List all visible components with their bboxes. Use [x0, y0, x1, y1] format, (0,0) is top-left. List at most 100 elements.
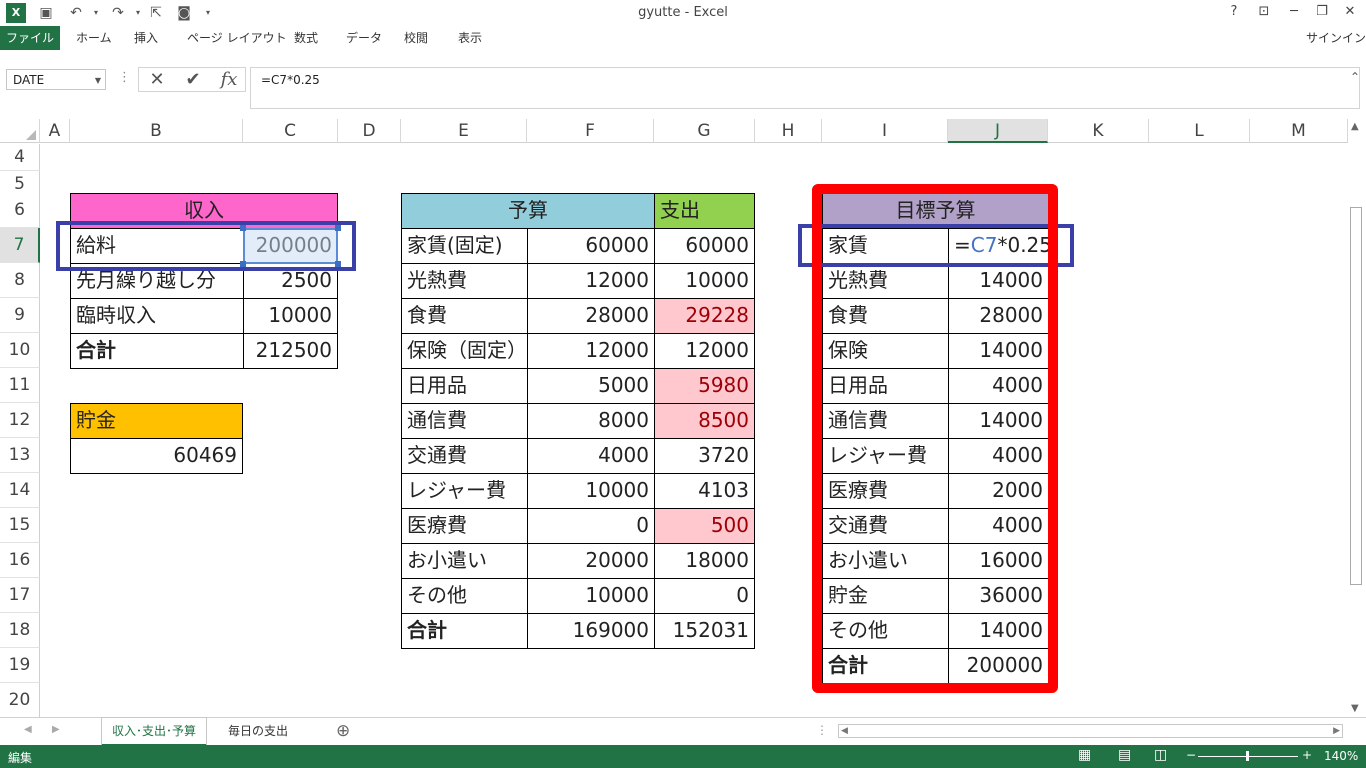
column-header-f[interactable]: F	[527, 119, 654, 143]
tab-data[interactable]: データ	[336, 26, 392, 50]
sheet-tab-daily-spending[interactable]: 毎日の支出	[218, 718, 298, 744]
column-header-d[interactable]: D	[338, 119, 401, 143]
budget-value[interactable]: 0	[527, 508, 655, 544]
name-box[interactable]: DATE ▼	[6, 69, 106, 90]
budget-label[interactable]: 医療費	[401, 508, 528, 544]
help-button[interactable]: ?	[1222, 2, 1246, 22]
collapse-formula-bar-icon[interactable]: ⌃	[1350, 70, 1360, 84]
budget-label[interactable]: 保険（固定）	[401, 333, 528, 369]
budget-label[interactable]: 家賃(固定)	[401, 228, 528, 264]
spend-value[interactable]: 3720	[654, 438, 755, 474]
scroll-left-icon[interactable]: ◀	[841, 725, 848, 737]
column-header-c[interactable]: C	[243, 119, 338, 143]
cancel-button[interactable]: ✕	[141, 68, 173, 91]
budget-value[interactable]: 5000	[527, 368, 655, 404]
income-label-total[interactable]: 合計	[70, 333, 244, 369]
spend-value-over-budget[interactable]: 500	[654, 508, 755, 544]
tab-home[interactable]: ホーム	[66, 26, 122, 50]
row-header-7[interactable]: 7	[0, 228, 40, 263]
zoom-in-icon[interactable]: +	[1302, 748, 1312, 762]
row-header-13[interactable]: 13	[0, 438, 40, 473]
spend-value[interactable]: 18000	[654, 543, 755, 579]
formula-input[interactable]: =C7*0.25	[250, 67, 1360, 109]
tab-page-layout[interactable]: ページ レイアウト	[177, 26, 297, 50]
tab-file[interactable]: ファイル	[0, 26, 60, 50]
tab-formulas[interactable]: 数式	[284, 26, 328, 50]
column-header-l[interactable]: L	[1149, 119, 1250, 143]
add-sheet-button[interactable]: ⊕	[336, 721, 350, 741]
next-sheet-icon[interactable]: ▶	[52, 724, 60, 735]
column-header-m[interactable]: M	[1250, 119, 1348, 143]
spend-value[interactable]: 60000	[654, 228, 755, 264]
spend-value-over-budget[interactable]: 5980	[654, 368, 755, 404]
row-header-14[interactable]: 14	[0, 473, 40, 508]
row-header-9[interactable]: 9	[0, 298, 40, 333]
select-all-button[interactable]	[0, 119, 40, 143]
scroll-right-icon[interactable]: ▶	[1333, 725, 1340, 737]
minimize-button[interactable]: ─	[1282, 2, 1306, 22]
insert-function-button[interactable]: fx	[213, 68, 245, 91]
normal-view-icon[interactable]: ▦	[1078, 747, 1091, 763]
column-header-e[interactable]: E	[401, 119, 527, 143]
vertical-scrollbar[interactable]: ▲ ▼	[1348, 119, 1366, 717]
spend-value-over-budget[interactable]: 29228	[654, 298, 755, 334]
budget-value[interactable]: 28000	[527, 298, 655, 334]
column-header-h[interactable]: H	[755, 119, 822, 143]
tab-splitter-icon[interactable]: ⋮	[816, 723, 828, 737]
spend-value[interactable]: 12000	[654, 333, 755, 369]
row-header-12[interactable]: 12	[0, 403, 40, 438]
budget-label[interactable]: 日用品	[401, 368, 528, 404]
row-header-20[interactable]: 20	[0, 683, 40, 718]
zoom-out-icon[interactable]: −	[1186, 748, 1196, 762]
row-header-16[interactable]: 16	[0, 543, 40, 578]
page-layout-view-icon[interactable]: ▤	[1118, 747, 1131, 763]
spend-value[interactable]: 4103	[654, 473, 755, 509]
enter-button[interactable]: ✔	[177, 68, 209, 91]
spend-value-total[interactable]: 152031	[654, 613, 755, 649]
budget-label[interactable]: 光熱費	[401, 263, 528, 299]
restore-button[interactable]: ❐	[1310, 2, 1334, 22]
budget-value[interactable]: 12000	[527, 333, 655, 369]
column-header-j[interactable]: J	[948, 119, 1048, 143]
income-value-total[interactable]: 212500	[243, 333, 338, 369]
budget-label[interactable]: お小遣い	[401, 543, 528, 579]
scroll-down-icon[interactable]: ▼	[1351, 703, 1359, 714]
column-header-b[interactable]: B	[70, 119, 243, 143]
spend-value-over-budget[interactable]: 8500	[654, 403, 755, 439]
budget-value[interactable]: 10000	[527, 473, 655, 509]
row-header-17[interactable]: 17	[0, 578, 40, 613]
income-value-extra[interactable]: 10000	[243, 298, 338, 334]
budget-value-total[interactable]: 169000	[527, 613, 655, 649]
vertical-scroll-thumb[interactable]	[1350, 207, 1362, 585]
row-header-11[interactable]: 11	[0, 368, 40, 403]
savings-value[interactable]: 60469	[70, 438, 243, 474]
row-header-15[interactable]: 15	[0, 508, 40, 543]
column-header-a[interactable]: A	[40, 119, 70, 143]
row-header-19[interactable]: 19	[0, 648, 40, 683]
budget-value[interactable]: 60000	[527, 228, 655, 264]
page-break-view-icon[interactable]: ◫	[1154, 747, 1167, 763]
horizontal-scrollbar[interactable]: ◀ ▶	[838, 724, 1343, 738]
chevron-down-icon[interactable]: ▼	[95, 70, 101, 91]
spend-value[interactable]: 10000	[654, 263, 755, 299]
row-header-4[interactable]: 4	[0, 144, 40, 171]
budget-label[interactable]: 通信費	[401, 403, 528, 439]
tab-review[interactable]: 校閲	[394, 26, 438, 50]
budget-label[interactable]: 交通費	[401, 438, 528, 474]
column-header-k[interactable]: K	[1048, 119, 1149, 143]
row-header-8[interactable]: 8	[0, 263, 40, 298]
budget-value[interactable]: 8000	[527, 403, 655, 439]
income-label-extra[interactable]: 臨時収入	[70, 298, 244, 334]
zoom-level[interactable]: 140%	[1324, 749, 1358, 763]
spend-header[interactable]: 支出	[654, 193, 755, 229]
column-header-g[interactable]: G	[654, 119, 755, 143]
budget-label-total[interactable]: 合計	[401, 613, 528, 649]
tab-insert[interactable]: 挿入	[124, 26, 168, 50]
budget-label[interactable]: レジャー費	[401, 473, 528, 509]
budget-value[interactable]: 4000	[527, 438, 655, 474]
row-header-10[interactable]: 10	[0, 333, 40, 368]
savings-header[interactable]: 貯金	[70, 403, 243, 439]
sheet-tab-income-spending-budget[interactable]: 収入･支出･予算	[102, 718, 207, 746]
budget-header[interactable]: 予算	[401, 193, 655, 229]
row-header-18[interactable]: 18	[0, 613, 40, 648]
